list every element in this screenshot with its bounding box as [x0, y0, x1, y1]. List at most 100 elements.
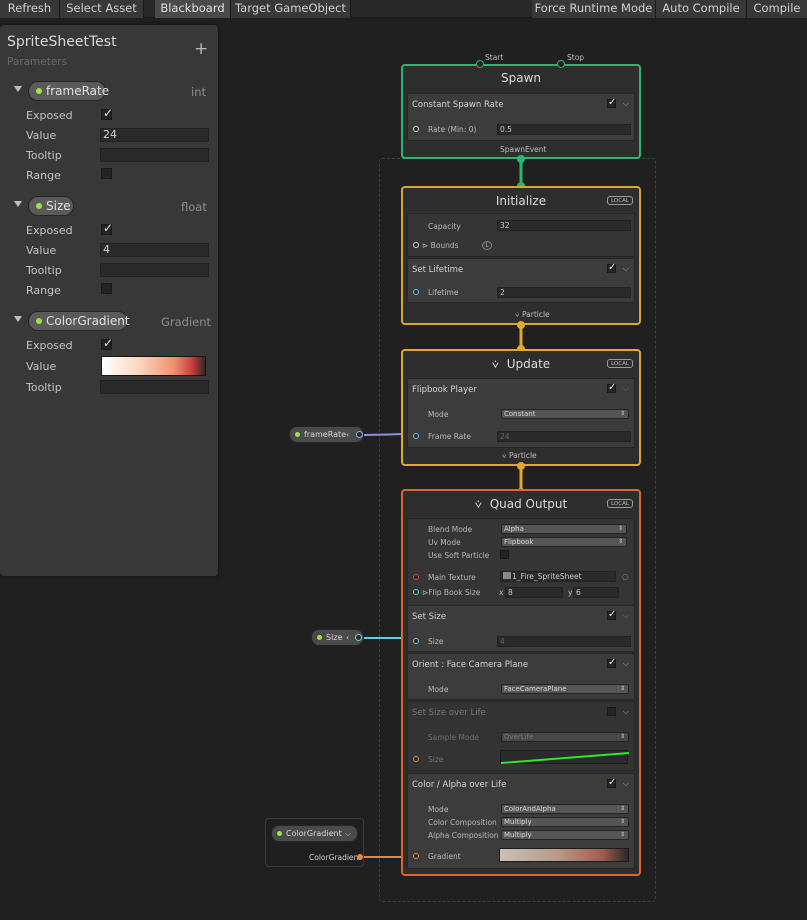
- dropdown-arrow-icon: ⇕: [619, 410, 625, 417]
- output-title-text: Quad Output: [489, 497, 568, 511]
- input-port[interactable]: [413, 289, 419, 295]
- update-context[interactable]: ⩒ Update LOCAL Flipbook Player ✓ ⌵ Mode …: [401, 349, 641, 466]
- initialize-context[interactable]: Initialize LOCAL Capacity 32 ⊳ Bounds L …: [401, 186, 641, 325]
- sample-mode-value: OverLife: [504, 733, 534, 741]
- mode-dropdown[interactable]: Constant ⇕: [501, 409, 629, 419]
- chevron-down-icon[interactable]: ⌵: [623, 100, 629, 108]
- color-mode-dropdown[interactable]: ColorAndAlpha ⇕: [501, 804, 629, 814]
- color-composition-dropdown[interactable]: Multiply ⇕: [501, 817, 629, 827]
- colorgradient-header[interactable]: ColorGradient ⌵: [271, 825, 358, 842]
- set-lifetime-block[interactable]: Set Lifetime ✓ ⌵ Lifetime 2: [407, 258, 635, 303]
- param-dot: [317, 635, 322, 640]
- output-port[interactable]: [355, 634, 362, 641]
- block-title: Set Lifetime: [412, 265, 464, 275]
- size-curve-field[interactable]: [500, 750, 629, 764]
- node-label: Size: [326, 633, 343, 642]
- stop-label: Stop: [567, 53, 585, 62]
- block-enable-checkbox[interactable]: ✓: [607, 658, 616, 668]
- flipbook-player-block[interactable]: Flipbook Player ✓ ⌵ Mode Constant ⇕ Frame…: [407, 378, 635, 448]
- color-mode-label: Mode: [428, 805, 449, 814]
- soft-particle-checkbox[interactable]: [500, 550, 509, 559]
- chevron-left-icon: ‹: [346, 430, 350, 439]
- size-port[interactable]: [413, 638, 419, 644]
- lifetime-field[interactable]: 2: [497, 287, 631, 298]
- output-settings: Blend Mode Alpha ⇕ Uv Mode Flipbook ⇕ Use …: [407, 518, 635, 606]
- constant-spawn-rate-block[interactable]: Constant Spawn Rate ✓ ⌵ Rate (Min: 0) 0.…: [407, 93, 635, 141]
- main-texture-port[interactable]: [413, 574, 419, 580]
- frame-rate-port[interactable]: [413, 433, 419, 439]
- update-title-text: Update: [506, 357, 551, 371]
- block-enable-checkbox[interactable]: ✓: [607, 98, 616, 108]
- flip-book-port[interactable]: [413, 589, 419, 595]
- color-composition-label: Color Composition: [428, 818, 497, 827]
- spawnevent-port[interactable]: [517, 155, 525, 163]
- update-output-port[interactable]: [517, 462, 525, 470]
- frame-rate-field[interactable]: 24: [497, 431, 631, 442]
- set-size-over-life-block[interactable]: Set Size over Life ⌵ Sample Mode OverLif…: [407, 701, 635, 771]
- alpha-composition-dropdown[interactable]: Multiply ⇕: [501, 830, 629, 840]
- local-badge[interactable]: LOCAL: [607, 196, 633, 205]
- chevron-down-icon[interactable]: ⌵: [623, 385, 629, 393]
- size-curve-port[interactable]: [413, 756, 419, 762]
- orient-mode-dropdown[interactable]: FaceCameraPlane ⇕: [501, 684, 629, 694]
- sample-mode-label: Sample Mode: [428, 733, 479, 742]
- block-enable-checkbox[interactable]: ✓: [607, 610, 616, 620]
- block-enable-checkbox[interactable]: ✓: [607, 778, 616, 788]
- stop-port[interactable]: [557, 60, 565, 68]
- main-texture-label: Main Texture: [428, 573, 476, 582]
- particle-icon: ⩒: [502, 451, 507, 460]
- chevron-down-icon[interactable]: ⌵: [623, 708, 629, 716]
- chevron-down-icon[interactable]: ⌵: [345, 826, 351, 841]
- flip-y-field[interactable]: 6: [573, 587, 619, 598]
- framerate-property-node[interactable]: frameRate ‹: [289, 426, 364, 443]
- chevron-down-icon[interactable]: ⌵: [623, 780, 629, 788]
- dropdown-arrow-icon: ⇕: [619, 805, 625, 812]
- capacity-label: Capacity: [428, 222, 461, 231]
- spawnevent-label: SpawnEvent: [500, 145, 547, 154]
- local-badge[interactable]: LOCAL: [607, 359, 633, 368]
- colorgradient-output-port[interactable]: [357, 854, 363, 860]
- gradient-field[interactable]: [499, 848, 629, 862]
- set-size-block[interactable]: Set Size ✓ ⌵ Size 4: [407, 605, 635, 652]
- local-space-icon[interactable]: L: [482, 241, 492, 250]
- rate-field[interactable]: 0.5: [497, 124, 631, 135]
- output-port[interactable]: [356, 431, 363, 438]
- dropdown-arrow-icon: ⇕: [619, 831, 625, 838]
- spawn-context[interactable]: Spawn Constant Spawn Rate ✓ ⌵ Rate (Min:…: [401, 64, 641, 159]
- block-enable-checkbox[interactable]: ✓: [607, 263, 616, 273]
- bounds-port[interactable]: [413, 242, 419, 248]
- quad-output-context[interactable]: ⩒ Quad Output LOCAL Blend Mode Alpha ⇕ Uv…: [401, 489, 641, 876]
- chevron-down-icon[interactable]: ⌵: [623, 612, 629, 620]
- dropdown-arrow-icon: ⇕: [617, 538, 623, 545]
- spawn-title: Spawn: [500, 71, 541, 85]
- gradient-label: Gradient: [428, 852, 461, 861]
- colorgradient-property-node[interactable]: ColorGradient ⌵ ColorGradient: [265, 818, 364, 867]
- block-enable-checkbox[interactable]: ✓: [607, 383, 616, 393]
- initialize-output-port[interactable]: [517, 321, 525, 329]
- object-picker-icon[interactable]: ◌: [622, 572, 629, 581]
- uv-value: Flipbook: [504, 538, 534, 546]
- particle-icon: ⩒: [474, 497, 483, 511]
- capacity-field[interactable]: 32: [497, 220, 631, 231]
- orient-block[interactable]: Orient : Face Camera Plane ✓ ⌵ Mode Face…: [407, 653, 635, 700]
- color-alpha-over-life-block[interactable]: Color / Alpha over Life ✓ ⌵ Mode ColorAn…: [407, 773, 635, 869]
- particle-text: Particle: [521, 310, 550, 319]
- texture-thumb-icon: [503, 572, 511, 579]
- start-port[interactable]: [476, 60, 484, 68]
- uv-mode-dropdown[interactable]: Flipbook ⇕: [501, 537, 627, 547]
- flip-x-field[interactable]: 8: [505, 587, 563, 598]
- block-title: Flipbook Player: [412, 385, 477, 395]
- mode-value: Constant: [504, 410, 536, 418]
- sample-mode-dropdown[interactable]: OverLife ⇕: [501, 732, 629, 742]
- input-port[interactable]: [413, 126, 419, 132]
- block-enable-checkbox[interactable]: [607, 707, 616, 716]
- blend-mode-dropdown[interactable]: Alpha ⇕: [501, 524, 627, 534]
- size-property-node[interactable]: Size ‹: [311, 629, 364, 646]
- chevron-down-icon[interactable]: ⌵: [623, 660, 629, 668]
- size-field[interactable]: 4: [497, 636, 631, 647]
- gradient-port[interactable]: [413, 853, 419, 859]
- main-texture-field[interactable]: 1_Fire_SpriteSheet: [500, 571, 616, 582]
- flip-x-label: x: [499, 588, 504, 597]
- chevron-down-icon[interactable]: ⌵: [623, 265, 629, 273]
- local-badge[interactable]: LOCAL: [607, 499, 633, 508]
